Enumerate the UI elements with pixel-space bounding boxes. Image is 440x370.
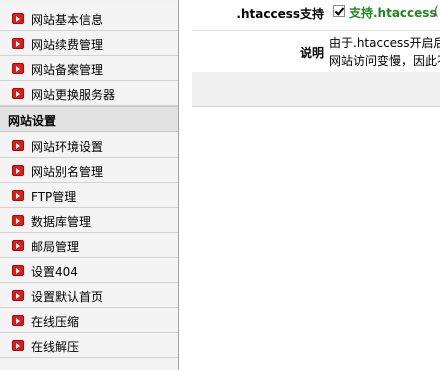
arrow-bullet-icon: [12, 38, 24, 49]
sidebar: 网站基本信息 网站续费管理 网站备案管理 网站更换服务器 网站设置 网站环境设置…: [0, 0, 179, 370]
section-title: 网站设置: [8, 114, 57, 128]
htaccess-row: .htaccess支持 支持.htaccess (: [192, 0, 440, 31]
description-line-2: 网站访问变慢，因此不: [329, 54, 440, 68]
sidebar-item-compress[interactable]: 在线压缩: [0, 308, 178, 333]
arrow-bullet-icon: [12, 140, 24, 151]
sidebar-item-icp-filing[interactable]: 网站备案管理: [0, 56, 178, 81]
sidebar-item-database[interactable]: 数据库管理: [0, 208, 178, 233]
arrow-bullet-icon: [12, 290, 24, 301]
main-panel: .htaccess支持 支持.htaccess ( 说明 由于.htaccess…: [192, 0, 440, 370]
sidebar-item-label: 网站基本信息: [31, 13, 104, 27]
sidebar-item-extract[interactable]: 在线解压: [0, 333, 178, 358]
sidebar-item-label: 设置404: [31, 265, 78, 279]
arrow-bullet-icon: [12, 340, 24, 351]
description-line-1: 由于.htaccess开启后: [329, 36, 440, 50]
sidebar-item-404[interactable]: 设置404: [0, 258, 178, 283]
sidebar-item-change-server[interactable]: 网站更换服务器: [0, 81, 178, 106]
sidebar-item-label: 网站别名管理: [31, 165, 104, 179]
sidebar-item-label: 邮局管理: [31, 240, 80, 254]
footer-row: [192, 72, 440, 107]
description-label: 说明: [299, 46, 324, 60]
sidebar-item-label: 网站续费管理: [31, 38, 104, 52]
sidebar-item-env-settings[interactable]: 网站环境设置: [0, 133, 178, 158]
sidebar-item-label: 在线解压: [31, 340, 80, 354]
arrow-bullet-icon: [12, 63, 24, 74]
sidebar-item-label: 设置默认首页: [31, 290, 104, 304]
arrow-bullet-icon: [12, 240, 24, 251]
sidebar-item-label: 在线压缩: [31, 315, 80, 329]
arrow-bullet-icon: [12, 13, 24, 24]
arrow-bullet-icon: [12, 265, 24, 276]
htaccess-label: .htaccess支持: [236, 7, 324, 21]
sidebar-item-label: FTP管理: [31, 190, 77, 204]
sidebar-item-label: 网站环境设置: [31, 140, 104, 154]
arrow-bullet-icon: [12, 165, 24, 176]
htaccess-trail: (: [434, 4, 439, 18]
sidebar-item-ftp[interactable]: FTP管理: [0, 183, 178, 208]
sidebar-item-site-info[interactable]: 网站基本信息: [0, 6, 178, 31]
sidebar-item-label: 网站更换服务器: [31, 88, 116, 102]
htaccess-checkbox[interactable]: [333, 5, 345, 17]
arrow-bullet-icon: [12, 190, 24, 201]
arrow-bullet-icon: [12, 88, 24, 99]
sidebar-item-label: 网站备案管理: [31, 63, 104, 77]
description-row: 说明 由于.htaccess开启后 网站访问变慢，因此不: [192, 31, 440, 73]
arrow-bullet-icon: [12, 215, 24, 226]
sidebar-item-renewal[interactable]: 网站续费管理: [0, 31, 178, 56]
sidebar-section-site-settings: 网站设置: [0, 106, 178, 132]
htaccess-value: 支持.htaccess: [349, 6, 437, 20]
arrow-bullet-icon: [12, 315, 24, 326]
sidebar-item-mail[interactable]: 邮局管理: [0, 233, 178, 258]
sidebar-item-label: 数据库管理: [31, 215, 92, 229]
sidebar-item-default-page[interactable]: 设置默认首页: [0, 283, 178, 308]
sidebar-item-alias[interactable]: 网站别名管理: [0, 158, 178, 183]
